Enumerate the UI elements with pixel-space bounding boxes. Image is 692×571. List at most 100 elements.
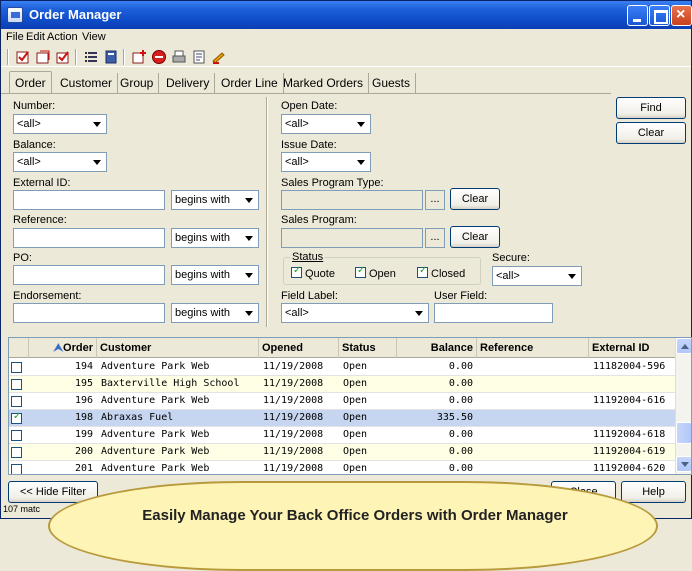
chevron-down-icon	[411, 305, 427, 321]
row-checkbox[interactable]	[11, 396, 22, 407]
tab-delivery[interactable]: Delivery	[161, 73, 216, 93]
table-row[interactable]: 201 Adventure Park Web 11/19/2008 Open 0.00 1…	[9, 461, 677, 474]
number-select[interactable]: <all>	[13, 114, 107, 134]
chevron-down-icon	[89, 116, 105, 132]
clear-filters-button[interactable]: Clear	[616, 122, 686, 144]
sales-program-browse-button[interactable]: ...	[425, 228, 445, 248]
minimize-button[interactable]	[627, 5, 648, 26]
header-customer[interactable]: Customer	[97, 338, 259, 358]
scroll-down-button[interactable]	[676, 456, 691, 472]
checkbox-check-icon	[291, 265, 302, 278]
row-checkbox[interactable]	[11, 362, 22, 373]
external-id-field[interactable]	[13, 190, 165, 210]
row-checkbox[interactable]	[11, 430, 22, 441]
table-row[interactable]: 195 Baxterville High School 11/19/2008 Open…	[9, 376, 677, 393]
title-bar[interactable]: Order Manager ×	[1, 1, 692, 29]
grid-header: ⮝Order Customer Opened Status Balance Re…	[9, 338, 677, 358]
tab-divider	[1, 93, 611, 94]
check-list-icon[interactable]	[15, 49, 31, 65]
sales-program-type-field[interactable]	[281, 190, 423, 210]
secure-select[interactable]: <all>	[492, 266, 582, 286]
sales-program-clear-button[interactable]: Clear	[450, 226, 500, 248]
table-row[interactable]: 196 Adventure Park Web 11/19/2008 Open 0.00 1…	[9, 393, 677, 410]
header-external-id[interactable]: External ID	[589, 338, 677, 358]
sales-program-type-clear-button[interactable]: Clear	[450, 188, 500, 210]
tab-order[interactable]: Order	[9, 71, 52, 93]
balance-label: Balance:	[13, 139, 56, 151]
tab-guests[interactable]: Guests	[367, 73, 417, 93]
status-closed-checkbox[interactable]: Closed	[417, 265, 465, 280]
po-field[interactable]	[13, 265, 165, 285]
menu-action[interactable]: Action	[47, 31, 78, 43]
cell-status: Open	[343, 429, 368, 440]
menu-bar: File Edit Action View	[1, 29, 691, 47]
check-icon[interactable]	[55, 49, 71, 65]
status-quote-checkbox[interactable]: Quote	[291, 265, 335, 280]
table-row[interactable]: 194 Adventure Park Web 11/19/2008 Open 0.00 1…	[9, 359, 677, 376]
menu-edit[interactable]: Edit	[26, 31, 45, 43]
cell-order: 201	[74, 463, 93, 474]
balance-select[interactable]: <all>	[13, 152, 107, 172]
header-reference[interactable]: Reference	[477, 338, 589, 358]
grid-scrollbar[interactable]	[675, 338, 691, 474]
tab-marked-orders[interactable]: Marked Orders	[278, 73, 370, 93]
menu-file[interactable]: File	[6, 31, 24, 43]
external-id-mode-select[interactable]: begins with	[171, 190, 259, 210]
status-open-checkbox[interactable]: Open	[355, 265, 396, 280]
cell-order: 196	[74, 395, 93, 406]
help-button[interactable]: Help	[621, 481, 686, 503]
row-checkbox[interactable]	[11, 379, 22, 390]
header-opened[interactable]: Opened	[259, 338, 339, 358]
sales-program-type-browse-button[interactable]: ...	[425, 190, 445, 210]
uncheck-icon[interactable]	[35, 49, 51, 65]
po-mode-select[interactable]: begins with	[171, 265, 259, 285]
table-row[interactable]: 200 Adventure Park Web 11/19/2008 Open 0.00 1…	[9, 444, 677, 461]
pencil-icon[interactable]	[211, 49, 227, 65]
maximize-button[interactable]	[649, 5, 670, 26]
new-order-icon[interactable]	[131, 49, 147, 65]
match-count-text: 107 matc	[3, 504, 41, 514]
tab-customer[interactable]: Customer	[55, 73, 119, 93]
po-mode-value: begins with	[175, 269, 231, 281]
field-label-label: Field Label:	[281, 290, 338, 302]
cell-external-id: 11192004-619	[593, 446, 666, 457]
promo-callout: Easily Manage Your Back Office Orders wi…	[48, 481, 658, 571]
endorsement-field[interactable]	[13, 303, 165, 323]
sales-program-field[interactable]	[281, 228, 423, 248]
row-checkbox[interactable]	[11, 447, 22, 458]
header-order[interactable]: ⮝Order	[29, 338, 97, 358]
chevron-down-icon	[564, 268, 580, 284]
row-checkbox[interactable]	[11, 464, 22, 474]
tab-order-line[interactable]: Order Line	[216, 73, 284, 93]
close-window-button[interactable]: ×	[671, 5, 692, 26]
endorsement-mode-select[interactable]: begins with	[171, 303, 259, 323]
cell-customer: Baxterville High School	[101, 378, 240, 389]
reference-field[interactable]	[13, 228, 165, 248]
reference-label: Reference:	[13, 214, 67, 226]
open-date-select[interactable]: <all>	[281, 114, 371, 134]
row-checkbox[interactable]	[11, 411, 22, 424]
reference-mode-select[interactable]: begins with	[171, 228, 259, 248]
field-label-select[interactable]: <all>	[281, 303, 429, 323]
toolbar-separator	[7, 49, 9, 65]
book-icon[interactable]	[103, 49, 119, 65]
user-field-input[interactable]	[434, 303, 553, 323]
scroll-up-button[interactable]	[676, 338, 691, 354]
cell-external-id: 11192004-616	[593, 395, 666, 406]
cell-opened: 11/19/2008	[263, 395, 324, 406]
cell-order: 195	[74, 378, 93, 389]
tab-group[interactable]: Group	[115, 73, 160, 93]
report-icon[interactable]	[191, 49, 207, 65]
header-balance[interactable]: Balance	[397, 338, 477, 358]
header-status[interactable]: Status	[339, 338, 397, 358]
print-icon[interactable]	[171, 49, 187, 65]
table-row[interactable]: 199 Adventure Park Web 11/19/2008 Open 0.00 1…	[9, 427, 677, 444]
list-icon[interactable]	[83, 49, 99, 65]
find-button[interactable]: Find	[616, 97, 686, 119]
menu-view[interactable]: View	[82, 31, 106, 43]
cell-external-id: 11182004-596	[593, 361, 666, 372]
table-row[interactable]: 198 Abraxas Fuel 11/19/2008 Open 335.50	[9, 410, 677, 427]
issue-date-select[interactable]: <all>	[281, 152, 371, 172]
scroll-thumb[interactable]	[676, 422, 691, 444]
stop-icon[interactable]	[151, 49, 167, 65]
